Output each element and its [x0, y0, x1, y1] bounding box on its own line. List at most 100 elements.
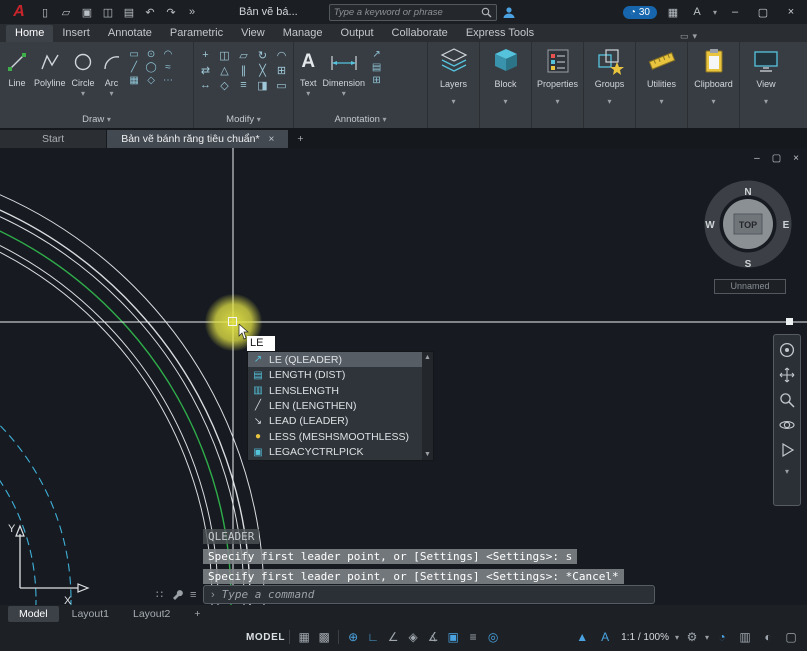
- full-navigation-wheel-icon[interactable]: [779, 342, 795, 358]
- erase-tool-icon[interactable]: ╳: [254, 64, 271, 77]
- rotate-tool-icon[interactable]: ↻: [254, 49, 271, 62]
- customize-wrench-icon[interactable]: [170, 588, 183, 601]
- annotation-panel-label[interactable]: Annotation ▾: [294, 113, 427, 128]
- autocomplete-item[interactable]: ╱ LEN (LENGTHEN): [248, 398, 422, 413]
- annotation-autoscale-toggle[interactable]: A: [595, 630, 615, 644]
- table-tool-icon[interactable]: ▤: [369, 62, 384, 73]
- join-tool-icon[interactable]: ≡: [235, 79, 252, 92]
- groups-caret-icon[interactable]: ▾: [607, 97, 611, 106]
- fillet-tool-icon[interactable]: ◠: [273, 49, 290, 62]
- arc-button[interactable]: Arc ▾: [99, 45, 125, 98]
- minimize-button[interactable]: –: [725, 6, 745, 18]
- circle-button[interactable]: Circle ▾: [70, 45, 97, 98]
- undo-icon[interactable]: ↶: [142, 6, 158, 19]
- annotation-visibility-toggle[interactable]: ▲: [572, 630, 592, 644]
- trial-days-badge[interactable]: ◔ 30: [623, 6, 657, 19]
- viewcube-west[interactable]: W: [705, 220, 715, 231]
- model-space-button[interactable]: MODEL: [246, 632, 285, 643]
- autocomplete-item[interactable]: ▤ LENGTH (DIST): [248, 367, 422, 382]
- text-caret-icon[interactable]: ▾: [306, 89, 310, 98]
- new-layout-button[interactable]: +: [183, 606, 211, 622]
- autocomplete-scrollbar[interactable]: ▲ ▼: [422, 352, 433, 460]
- offset-tool-icon[interactable]: ∥: [235, 64, 252, 77]
- layout-tab-layout1[interactable]: Layout1: [61, 606, 120, 622]
- ribbon-tab-express-tools[interactable]: Express Tools: [457, 25, 543, 42]
- polyline-button[interactable]: Polyline: [32, 45, 68, 88]
- ribbon-display-caret-icon[interactable]: ▾: [692, 31, 697, 42]
- stretch-tool-icon[interactable]: ▱: [235, 49, 252, 62]
- panel-block[interactable]: Block ▾: [480, 42, 532, 128]
- draw-panel-label[interactable]: Draw ▾: [0, 113, 193, 128]
- object-snap-tracking-toggle[interactable]: ∡: [423, 630, 443, 644]
- clean-screen-button[interactable]: ▢: [781, 630, 801, 644]
- line-button[interactable]: Line: [4, 45, 30, 88]
- utilities-caret-icon[interactable]: ▾: [659, 97, 663, 106]
- autocomplete-item[interactable]: ↗ LE (QLEADER): [248, 352, 422, 367]
- leader-tool-icon[interactable]: ↗: [369, 49, 384, 60]
- autocad-logo-icon[interactable]: A: [6, 3, 32, 21]
- workspace-caret-icon[interactable]: ▾: [705, 633, 709, 642]
- annotation-scale-button[interactable]: 1:1 / 100%: [618, 632, 672, 643]
- panel-groups[interactable]: Groups ▾: [584, 42, 636, 128]
- block-caret-icon[interactable]: ▾: [503, 97, 507, 106]
- copy-tool-icon[interactable]: ◫: [216, 49, 233, 62]
- view-caret-icon[interactable]: ▾: [764, 97, 768, 106]
- app-menu-button[interactable]: A: [689, 6, 705, 18]
- qat-more-icon[interactable]: »: [184, 6, 200, 18]
- scroll-up-icon[interactable]: ▲: [424, 352, 431, 363]
- isometric-drafting-toggle[interactable]: ◈: [403, 630, 423, 644]
- close-button[interactable]: ×: [781, 6, 801, 18]
- lineweight-toggle[interactable]: ≡: [463, 630, 483, 644]
- drawing-canvas[interactable]: – ▢ × TOP N S W E Unnamed: [0, 148, 807, 605]
- redo-icon[interactable]: ↷: [163, 6, 179, 19]
- panel-clipboard[interactable]: Clipboard ▾: [688, 42, 740, 128]
- viewcube-top-face[interactable]: TOP: [739, 220, 757, 230]
- selection-cycling-toggle[interactable]: ◎: [483, 630, 503, 644]
- properties-caret-icon[interactable]: ▾: [555, 97, 559, 106]
- trim-tool-icon[interactable]: ↔: [197, 79, 214, 92]
- ribbon-tab-annotate[interactable]: Annotate: [99, 25, 161, 42]
- viewcube-east[interactable]: E: [783, 220, 790, 231]
- file-tab-start[interactable]: Start: [0, 130, 107, 148]
- ribbon-tab-parametric[interactable]: Parametric: [161, 25, 232, 42]
- pan-icon[interactable]: [779, 367, 795, 383]
- clipboard-caret-icon[interactable]: ▾: [711, 97, 715, 106]
- circle-caret-icon[interactable]: ▾: [81, 89, 85, 98]
- new-file-icon[interactable]: ▯: [37, 6, 53, 19]
- navbar-caret-icon[interactable]: ▾: [785, 467, 789, 476]
- command-autocomplete-input[interactable]: LE: [247, 336, 275, 351]
- ribbon-tab-manage[interactable]: Manage: [274, 25, 332, 42]
- doc-minimize-icon[interactable]: –: [754, 153, 760, 164]
- sign-in-user-icon[interactable]: [502, 6, 516, 19]
- ribbon-tab-output[interactable]: Output: [332, 25, 383, 42]
- hardware-acceleration-toggle[interactable]: ▥: [735, 630, 755, 644]
- scroll-down-icon[interactable]: ▼: [424, 449, 431, 460]
- break-tool-icon[interactable]: ◨: [254, 79, 271, 92]
- explode-tool-icon[interactable]: ◇: [216, 79, 233, 92]
- modify-panel-label[interactable]: Modify ▾: [194, 113, 293, 128]
- zoom-icon[interactable]: [779, 392, 795, 408]
- open-folder-icon[interactable]: ▱: [58, 6, 74, 19]
- viewcube[interactable]: TOP N S W E: [698, 174, 798, 278]
- new-drawing-tab-button[interactable]: +: [289, 130, 311, 148]
- move-tool-icon[interactable]: +: [197, 49, 214, 62]
- workspace-switching-button[interactable]: ⚙: [682, 630, 702, 644]
- file-tab-close-icon[interactable]: ×: [269, 134, 275, 145]
- rectangle-tool-icon[interactable]: ▭: [127, 49, 142, 60]
- save-icon[interactable]: ▣: [79, 6, 95, 19]
- ortho-mode-toggle[interactable]: ∟: [363, 630, 383, 644]
- show-motion-icon[interactable]: [779, 442, 795, 458]
- polar-tracking-toggle[interactable]: ∠: [383, 630, 403, 644]
- plot-icon[interactable]: ▤: [121, 6, 137, 19]
- annotation-monitor-toggle[interactable]: ◔: [712, 630, 732, 644]
- text-button[interactable]: A Text ▾: [298, 45, 319, 98]
- viewcube-south[interactable]: S: [745, 259, 752, 270]
- search-input[interactable]: Type a keyword or phrase: [329, 4, 497, 21]
- xline-tool-icon[interactable]: ╱: [127, 62, 142, 73]
- snap-mode-toggle[interactable]: ▩: [314, 630, 334, 644]
- autocomplete-item[interactable]: ● LESS (MESHSMOOTHLESS): [248, 429, 422, 444]
- donut-tool-icon[interactable]: ◯: [144, 62, 159, 73]
- ribbon-tab-view[interactable]: View: [232, 25, 274, 42]
- view-name-label[interactable]: Unnamed: [714, 279, 786, 294]
- orbit-icon[interactable]: [779, 417, 795, 433]
